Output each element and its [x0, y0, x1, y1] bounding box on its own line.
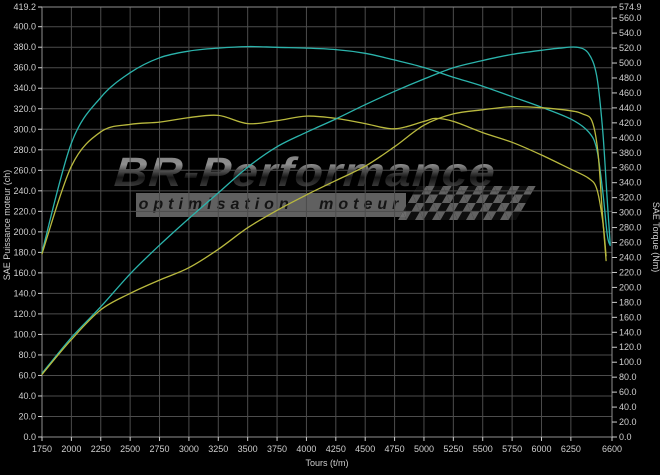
right-tick-label: 560.0 — [619, 13, 642, 23]
right-tick-label: 180.0 — [619, 297, 642, 307]
right-tick-label: 320.0 — [619, 193, 642, 203]
right-tick-label: 100.0 — [619, 357, 642, 367]
x-tick-label: 5000 — [414, 444, 434, 454]
x-tick-label: 6000 — [531, 444, 551, 454]
right-tick-label: 220.0 — [619, 267, 642, 277]
x-tick-label: 3500 — [238, 444, 258, 454]
right-tick-label: 120.0 — [619, 342, 642, 352]
left-tick-label: 300.0 — [13, 124, 36, 134]
curve-cyan-power — [41, 46, 611, 375]
left-tick-label: 380.0 — [13, 42, 36, 52]
left-tick-label: 280.0 — [13, 145, 36, 155]
x-tick-label: 2750 — [150, 444, 170, 454]
dyno-chart: BR-Performance optimisation moteur 419.2… — [0, 0, 660, 475]
right-tick-label: 300.0 — [619, 208, 642, 218]
axis-left: 419.2 400.0 380.0 360.0 340.0 320.0 300.0 280.0… — [13, 2, 42, 442]
right-tick-label: 420.0 — [619, 118, 642, 128]
left-tick-label: 360.0 — [13, 63, 36, 73]
left-tick-label: 240.0 — [13, 186, 36, 196]
right-tick-label: 260.0 — [619, 238, 642, 248]
right-tick-label: 140.0 — [619, 327, 642, 337]
x-tick-label: 2250 — [91, 444, 111, 454]
left-tick-label: 320.0 — [13, 104, 36, 114]
left-tick-label: 0.0 — [23, 432, 36, 442]
left-tick-label: 80.0 — [18, 350, 36, 360]
left-tick-label: 220.0 — [13, 206, 36, 216]
right-tick-label: 20.0 — [619, 417, 637, 427]
x-tick-label: 2000 — [61, 444, 81, 454]
right-tick-label: 0.0 — [619, 432, 632, 442]
axis-x: 1750 2000 2250 2500 2750 3000 3250 3500 3750 4000… — [32, 437, 622, 454]
right-axis-title: SAE Torque (Nm) — [651, 202, 660, 272]
x-tick-label: 2500 — [120, 444, 140, 454]
right-tick-label: 400.0 — [619, 133, 642, 143]
left-tick-label: 60.0 — [18, 370, 36, 380]
right-tick-label: 574.9 — [619, 2, 642, 12]
left-tick-label: 400.0 — [13, 22, 36, 32]
gridlines — [41, 6, 613, 438]
right-tick-label: 80.0 — [619, 372, 637, 382]
left-tick-label: 340.0 — [13, 83, 36, 93]
right-tick-label: 160.0 — [619, 312, 642, 322]
right-tick-label: 40.0 — [619, 402, 637, 412]
x-tick-label: 1750 — [32, 444, 52, 454]
x-tick-label: 3750 — [267, 444, 287, 454]
right-tick-label: 480.0 — [619, 73, 642, 83]
left-tick-label: 120.0 — [13, 309, 36, 319]
x-tick-label: 6250 — [561, 444, 581, 454]
right-tick-label: 240.0 — [619, 252, 642, 262]
left-tick-label: 160.0 — [13, 268, 36, 278]
right-tick-label: 520.0 — [619, 43, 642, 53]
left-tick-label: 200.0 — [13, 227, 36, 237]
left-tick-label: 140.0 — [13, 288, 36, 298]
plot-frame — [41, 6, 613, 438]
axis-right: 574.9560.0 540.0 520.0 500.0 480.0 460.0 440.0… — [612, 2, 642, 442]
right-tick-label: 440.0 — [619, 103, 642, 113]
right-tick-label: 500.0 — [619, 58, 642, 68]
x-tick-label: 5750 — [502, 444, 522, 454]
left-tick-label: 180.0 — [13, 247, 36, 257]
right-tick-label: 200.0 — [619, 282, 642, 292]
right-tick-label: 60.0 — [619, 387, 637, 397]
x-tick-label: 3250 — [208, 444, 228, 454]
right-tick-label: 460.0 — [619, 88, 642, 98]
left-axis-title: SAE Puissance moteur (ch) — [2, 170, 12, 281]
left-tick-label: 40.0 — [18, 391, 36, 401]
x-tick-label: 4500 — [355, 444, 375, 454]
x-tick-label: 5500 — [473, 444, 493, 454]
x-axis-title: Tours (t/m) — [305, 458, 348, 468]
left-tick-label: 260.0 — [13, 165, 36, 175]
left-tick-label: 419.2 — [13, 2, 36, 12]
x-tick-label: 5250 — [443, 444, 463, 454]
right-tick-label: 540.0 — [619, 28, 642, 38]
x-tick-label: 4750 — [385, 444, 405, 454]
left-tick-label: 100.0 — [13, 329, 36, 339]
x-tick-label: 3000 — [179, 444, 199, 454]
x-tick-label: 4000 — [296, 444, 316, 454]
x-tick-label: 6600 — [602, 444, 622, 454]
right-tick-label: 340.0 — [619, 178, 642, 188]
chart-canvas: 419.2 400.0 380.0 360.0 340.0 320.0 300.0 280.0… — [2, 2, 660, 468]
right-tick-label: 380.0 — [619, 148, 642, 158]
right-tick-label: 280.0 — [619, 223, 642, 233]
right-tick-label: 360.0 — [619, 163, 642, 173]
left-tick-label: 20.0 — [18, 411, 36, 421]
x-tick-label: 4250 — [326, 444, 346, 454]
